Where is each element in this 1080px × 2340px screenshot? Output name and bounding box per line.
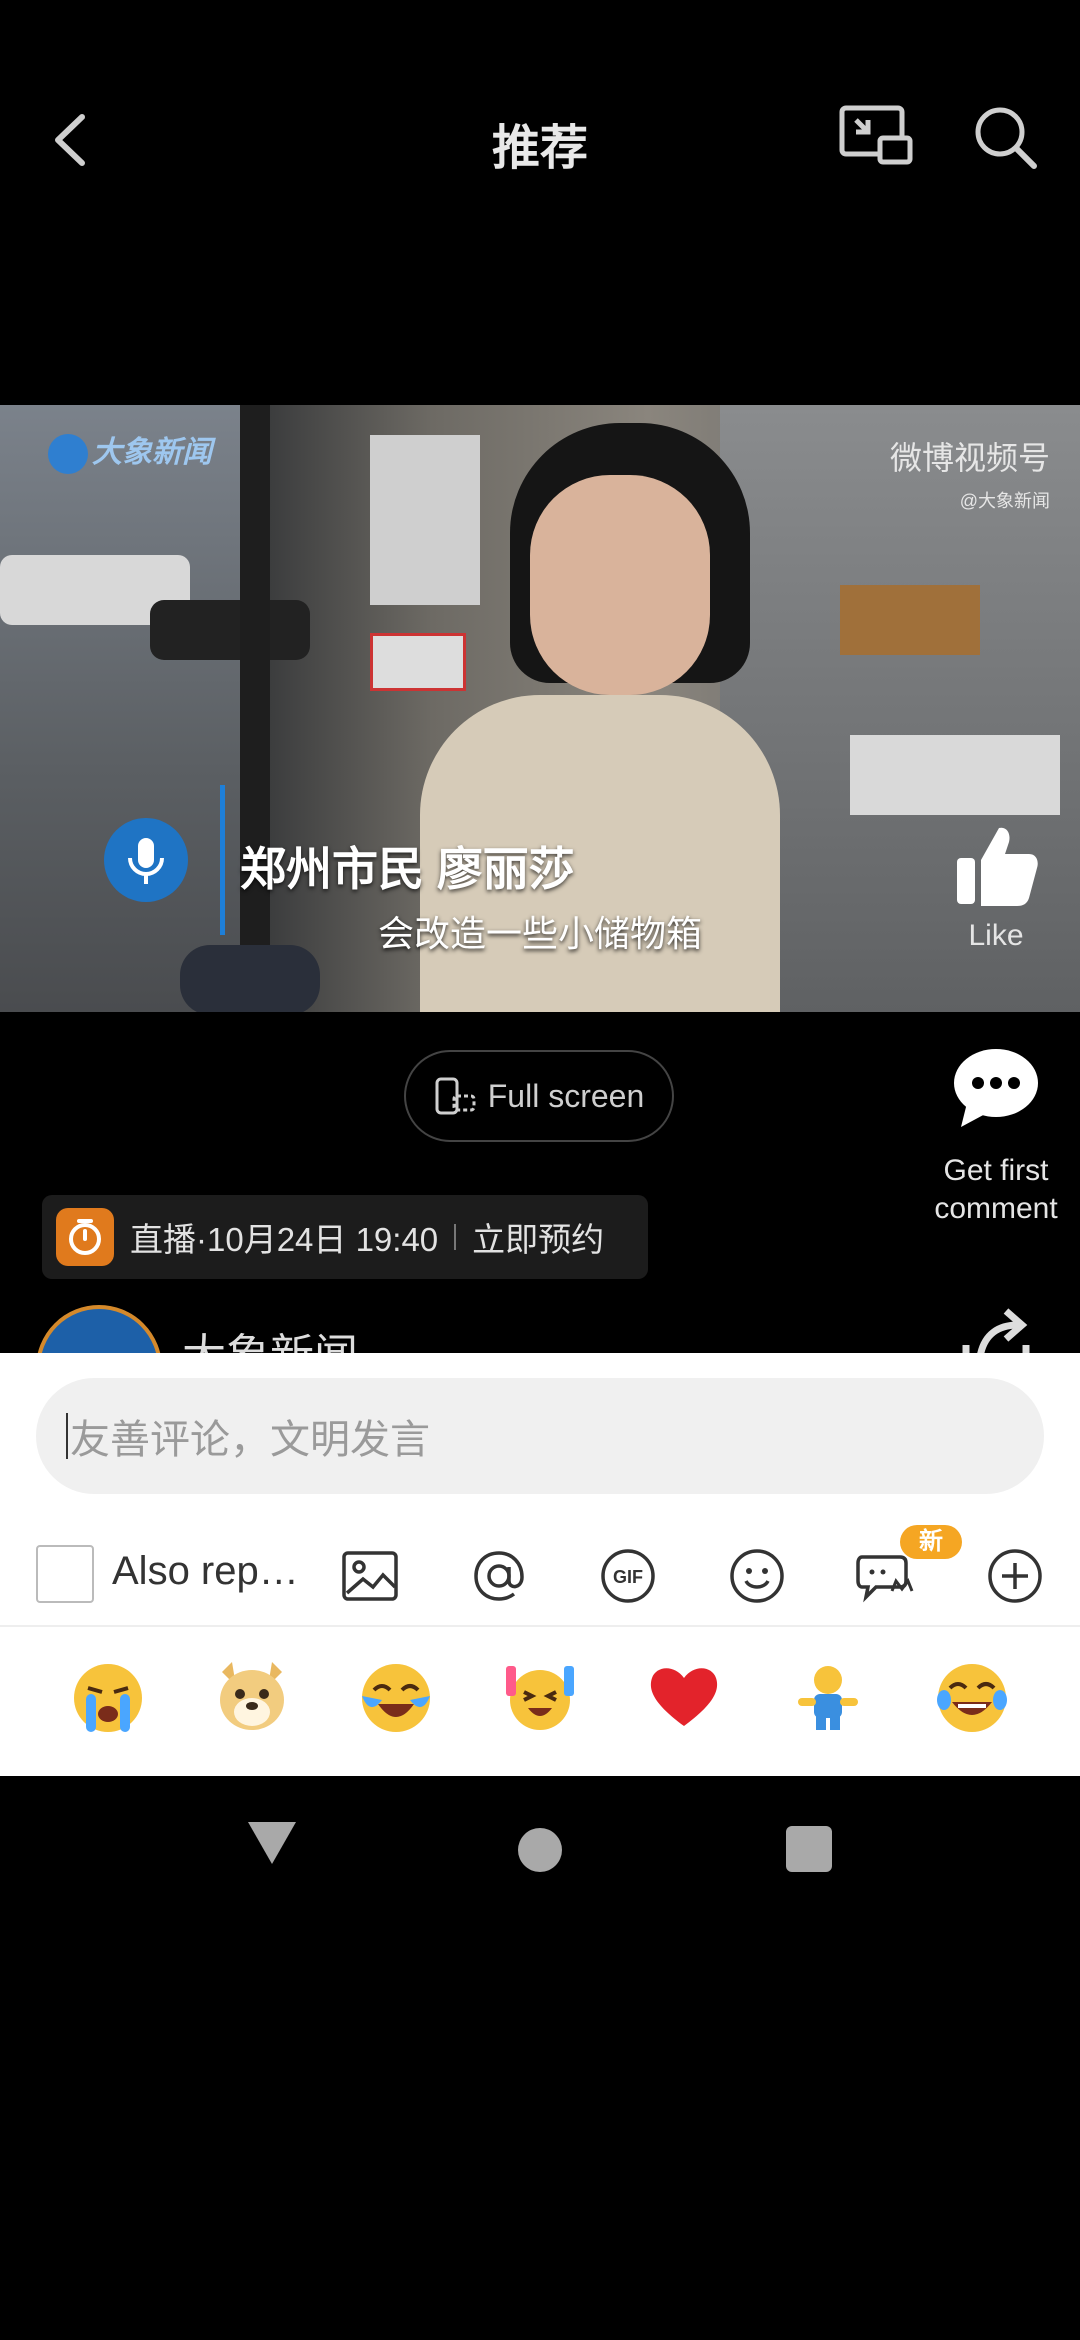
emoji-icon[interactable] — [728, 1547, 786, 1605]
new-badge: 新 — [900, 1525, 962, 1559]
picture-in-picture-icon — [839, 105, 913, 165]
video-scene-sign — [370, 633, 466, 691]
like-label: Like — [968, 919, 1024, 952]
avatar[interactable] — [36, 1305, 162, 1353]
triangle-back-icon — [248, 1822, 296, 1864]
composer-toolbar: Also rep… GIF 新 — [0, 1525, 1080, 1625]
mention-icon[interactable] — [470, 1547, 528, 1605]
add-icon[interactable] — [986, 1547, 1044, 1605]
nav-home-button[interactable] — [518, 1828, 562, 1872]
comment-bubble-icon — [954, 1049, 1038, 1127]
divider — [454, 1224, 457, 1250]
cheer-emoji[interactable] — [500, 1656, 580, 1736]
brand-watermark: 大象新闻 — [48, 427, 212, 475]
doge-emoji[interactable] — [212, 1656, 292, 1736]
comment-input[interactable]: 友善评论，文明发言 — [36, 1378, 1044, 1494]
also-repost-checkbox[interactable] — [36, 1545, 94, 1603]
video-person-face — [530, 475, 710, 695]
tears-of-joy-emoji[interactable] — [932, 1656, 1012, 1736]
brand-logo-text: 大象新闻 — [92, 436, 212, 469]
heart-emoji[interactable] — [644, 1656, 724, 1736]
live-reservation[interactable]: 直播·10月24日 19:40 立即预约 — [42, 1195, 648, 1279]
comment-composer: 友善评论，文明发言 Also rep… GIF 新 — [0, 1353, 1080, 1776]
laugh-cry-emoji[interactable] — [356, 1656, 436, 1736]
crying-emoji[interactable] — [68, 1656, 148, 1736]
thumbs-up-icon — [957, 827, 1038, 906]
also-repost-label[interactable]: Also rep… — [112, 1549, 299, 1594]
search-icon — [975, 107, 1037, 169]
speaker-name-caption: 郑州市民 廖丽莎 — [240, 843, 575, 895]
brand-logo-icon — [48, 434, 88, 475]
figure-emoji[interactable] — [788, 1656, 868, 1736]
divider — [0, 1625, 1080, 1627]
gif-icon[interactable]: GIF — [599, 1547, 657, 1605]
like-button[interactable]: Like — [940, 820, 1052, 953]
super-emoji-icon[interactable] — [856, 1547, 914, 1605]
pip-button[interactable] — [838, 102, 914, 170]
live-time-text: 直播·10月24日 19:40 — [130, 1221, 439, 1258]
rotate-phone-icon — [435, 1077, 476, 1115]
microphone-icon — [104, 818, 188, 902]
account-row: 大象新闻 — [36, 1305, 1056, 1353]
page-title: 推荐 — [491, 122, 588, 175]
video-scene-poster — [370, 435, 480, 605]
weibo-watermark: 微博视频号 @大象新闻 — [890, 433, 1050, 513]
video-scene-box — [840, 585, 980, 655]
comment-label: Get first comment — [934, 1154, 1058, 1225]
video-scene-shelf — [850, 735, 1060, 815]
nav-back-button[interactable] — [244, 1818, 300, 1873]
fullscreen-button[interactable]: Full screen — [404, 1050, 674, 1142]
video-player[interactable]: 大象新闻 微博视频号 @大象新闻 郑州市民 廖丽莎 会改造一些小储物箱 — [0, 405, 1080, 1012]
comment-input-placeholder: 友善评论，文明发言 — [70, 1418, 430, 1462]
fullscreen-label: Full screen — [487, 1077, 645, 1114]
nav-recents-button[interactable] — [786, 1826, 832, 1872]
reserve-link[interactable]: 立即预约 — [472, 1213, 604, 1261]
weibo-watermark-handle: @大象新闻 — [959, 491, 1050, 511]
account-name[interactable]: 大象新闻 — [182, 1319, 358, 1353]
emoji-quick-row — [0, 1641, 1080, 1761]
top-bar: 推荐 — [0, 0, 1080, 280]
image-icon[interactable] — [341, 1547, 399, 1605]
search-button[interactable] — [970, 102, 1042, 174]
text-caret — [66, 1413, 68, 1459]
share-icon[interactable] — [956, 1305, 1036, 1353]
timer-icon — [56, 1208, 114, 1266]
weibo-watermark-title: 微博视频号 — [889, 440, 1050, 476]
video-subtitle: 会改造一些小储物箱 — [377, 913, 702, 954]
comment-button[interactable]: Get first comment — [900, 1045, 1080, 1228]
video-scene-car — [150, 600, 310, 660]
svg-text:GIF: GIF — [613, 1567, 643, 1587]
